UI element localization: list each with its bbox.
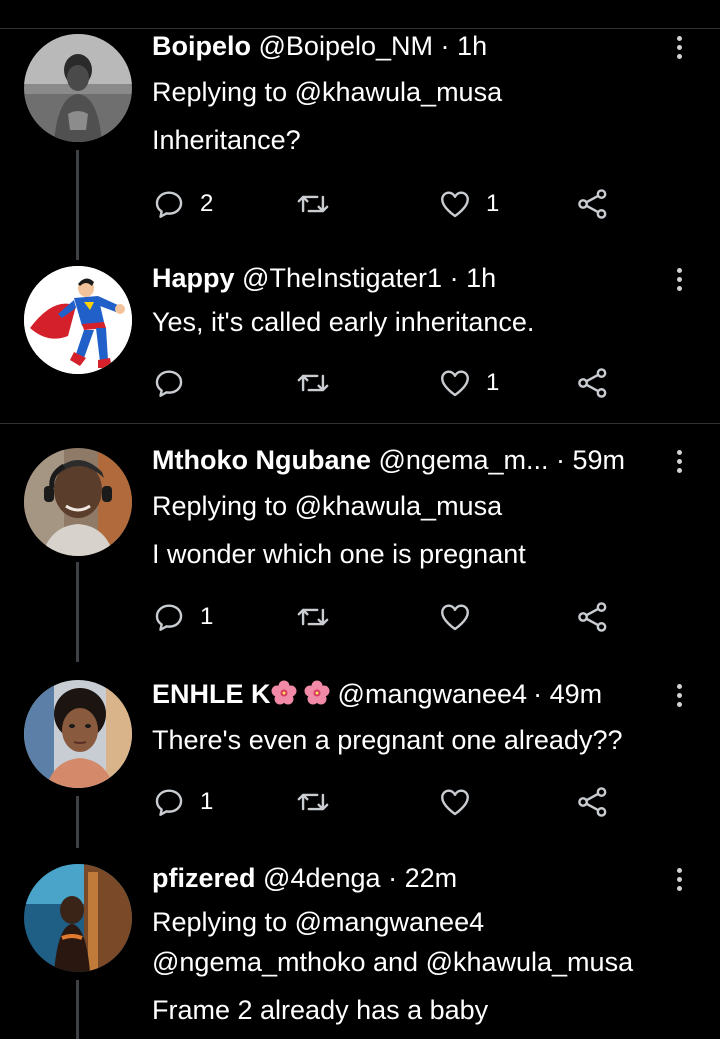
reply-button[interactable] bbox=[152, 363, 200, 403]
retweet-button[interactable] bbox=[296, 597, 344, 637]
avatar[interactable] bbox=[24, 680, 132, 788]
reply-icon bbox=[155, 604, 183, 631]
display-name[interactable]: Mthoko Ngubane bbox=[152, 445, 371, 475]
more-vertical-icon[interactable] bbox=[664, 444, 694, 480]
action-bar: 1 bbox=[152, 363, 632, 403]
separator: · bbox=[440, 31, 450, 61]
replying-to[interactable]: Replying to @mangwanee4 bbox=[152, 904, 696, 940]
share-icon bbox=[578, 368, 607, 398]
reply-button[interactable]: 1 bbox=[152, 597, 213, 637]
hibiscus-emoji bbox=[271, 679, 297, 705]
timestamp[interactable]: 22m bbox=[405, 863, 458, 893]
reply-count: 1 bbox=[200, 603, 214, 630]
hibiscus-emoji bbox=[304, 679, 330, 705]
avatar[interactable] bbox=[24, 448, 132, 556]
separator: · bbox=[533, 679, 543, 709]
reply-icon bbox=[155, 789, 183, 816]
avatar[interactable] bbox=[24, 266, 132, 374]
display-name[interactable]: Boipelo bbox=[152, 31, 251, 61]
reply-button[interactable]: 1 bbox=[152, 782, 213, 822]
thread-line bbox=[76, 980, 79, 1039]
heart-icon bbox=[441, 370, 469, 397]
timestamp[interactable]: 49m bbox=[550, 679, 603, 709]
thread-line bbox=[76, 796, 79, 848]
timestamp[interactable]: 59m bbox=[573, 445, 626, 475]
display-name[interactable]: Happy bbox=[152, 263, 235, 293]
tweet-header: Mthoko Ngubane @ngema_m... · 59m bbox=[152, 442, 660, 478]
handle[interactable]: @ngema_m... bbox=[379, 445, 549, 475]
retweet-button[interactable] bbox=[296, 184, 344, 224]
reply-icon bbox=[155, 370, 183, 397]
action-bar: 1 bbox=[152, 597, 632, 637]
action-bar: 2 1 bbox=[152, 184, 632, 224]
share-button[interactable] bbox=[576, 597, 610, 637]
avatar[interactable] bbox=[24, 864, 132, 972]
display-name[interactable]: ENHLE K bbox=[152, 679, 271, 709]
more-vertical-icon[interactable] bbox=[664, 30, 694, 66]
heart-icon bbox=[441, 789, 469, 816]
display-name[interactable]: pfizered bbox=[152, 863, 256, 893]
retweet-icon bbox=[297, 195, 329, 213]
retweet-button[interactable] bbox=[296, 363, 344, 403]
like-button[interactable] bbox=[438, 597, 486, 637]
like-count: 1 bbox=[486, 190, 500, 217]
like-button[interactable]: 1 bbox=[438, 363, 499, 403]
replying-to-continued[interactable]: @ngema_mthoko and @khawula_musa bbox=[152, 944, 696, 980]
handle[interactable]: @mangwanee4 bbox=[338, 679, 528, 709]
tweet-text: Frame 2 already has a baby bbox=[152, 995, 489, 1025]
share-button[interactable] bbox=[576, 184, 610, 224]
thread-line bbox=[76, 150, 79, 260]
tweet-text: Inheritance? bbox=[152, 125, 301, 155]
share-icon bbox=[578, 189, 607, 219]
tweet-text: Yes, it's called early inheritance. bbox=[152, 307, 535, 337]
share-icon bbox=[578, 602, 607, 632]
reply-button[interactable]: 2 bbox=[152, 184, 213, 224]
timestamp[interactable]: 1h bbox=[466, 263, 496, 293]
like-button[interactable]: 1 bbox=[438, 184, 499, 224]
timestamp[interactable]: 1h bbox=[457, 31, 487, 61]
replying-to[interactable]: Replying to @khawula_musa bbox=[152, 488, 696, 524]
reply-icon bbox=[155, 191, 183, 218]
handle[interactable]: @TheInstigater1 bbox=[242, 263, 442, 293]
tweet-header: pfizered @4denga · 22m bbox=[152, 860, 660, 896]
separator: · bbox=[388, 863, 398, 893]
reply-feed: Boipelo @Boipelo_NM · 1h Replying to @kh… bbox=[0, 0, 720, 1039]
more-vertical-icon[interactable] bbox=[664, 262, 694, 298]
separator: · bbox=[449, 263, 459, 293]
like-count: 1 bbox=[486, 369, 500, 396]
tweet-text: There's even a pregnant one already?? bbox=[152, 725, 623, 755]
thread-line bbox=[76, 562, 79, 662]
tweet-text: I wonder which one is pregnant bbox=[152, 539, 526, 569]
replying-to[interactable]: Replying to @khawula_musa bbox=[152, 74, 696, 110]
share-button[interactable] bbox=[576, 782, 610, 822]
tweet-header: ENHLE K @mangwanee4 · 49m bbox=[152, 676, 660, 712]
retweet-icon bbox=[297, 608, 329, 626]
handle[interactable]: @4denga bbox=[263, 863, 381, 893]
retweet-icon bbox=[297, 374, 329, 392]
divider bbox=[0, 423, 720, 424]
separator: · bbox=[556, 445, 565, 475]
reply-count: 1 bbox=[200, 788, 214, 815]
handle[interactable]: @Boipelo_NM bbox=[259, 31, 434, 61]
action-bar: 1 bbox=[152, 782, 632, 822]
share-button[interactable] bbox=[576, 363, 610, 403]
heart-icon bbox=[441, 191, 469, 218]
like-button[interactable] bbox=[438, 782, 486, 822]
retweet-icon bbox=[297, 793, 329, 811]
retweet-button[interactable] bbox=[296, 782, 344, 822]
avatar[interactable] bbox=[24, 34, 132, 142]
tweet-header: Happy @TheInstigater1 · 1h bbox=[152, 260, 660, 296]
tweet-header: Boipelo @Boipelo_NM · 1h bbox=[152, 28, 660, 64]
heart-icon bbox=[441, 604, 469, 631]
more-vertical-icon[interactable] bbox=[664, 862, 694, 898]
share-icon bbox=[578, 787, 607, 817]
reply-count: 2 bbox=[200, 190, 214, 217]
more-vertical-icon[interactable] bbox=[664, 678, 694, 714]
